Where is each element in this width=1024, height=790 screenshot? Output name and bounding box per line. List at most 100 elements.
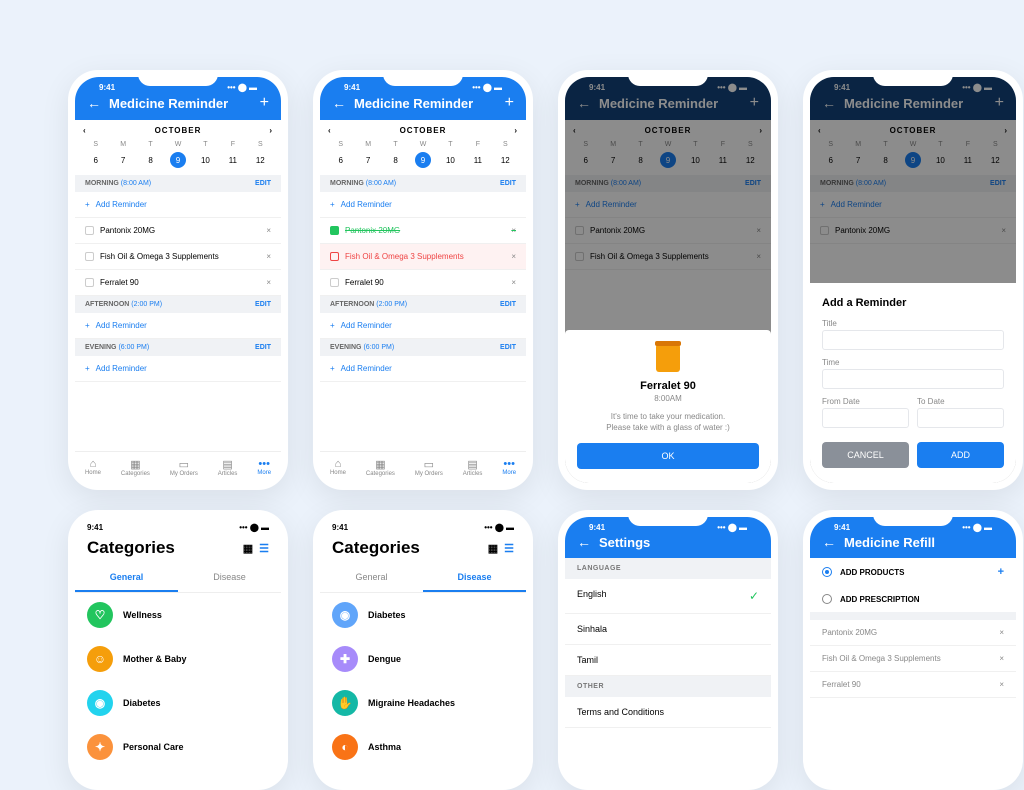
refill-item[interactable]: Pantonix 20MG× xyxy=(810,620,1016,646)
medication-alert-modal: Ferralet 90 8:00AM It's time to take you… xyxy=(565,330,771,483)
category-item[interactable]: ✦Personal Care xyxy=(75,725,281,769)
selected-date[interactable]: 9 xyxy=(170,152,186,168)
checkbox-icon[interactable] xyxy=(330,252,339,261)
phone-medicine-refill: 9:41••• ⬤ ▬ ←Medicine Refill ADD PRODUCT… xyxy=(803,510,1023,790)
phone-settings: 9:41••• ⬤ ▬ ←Settings LANGUAGE English✓ … xyxy=(558,510,778,790)
phone-alert-modal: 9:41••• ⬤ ▬ ←Medicine Reminder+ ‹OCTOBER… xyxy=(558,70,778,490)
list-view-icon[interactable]: ☰ xyxy=(259,542,269,555)
check-icon: ✓ xyxy=(749,589,759,603)
med-item-done[interactable]: Pantonix 20MG× xyxy=(320,218,526,244)
phone-categories-disease: 9:41••• ⬤ ▬ Categories▦☰ GeneralDisease … xyxy=(313,510,533,790)
tab-home[interactable]: ⌂Home xyxy=(85,458,101,477)
diabetes-icon: ◉ xyxy=(332,602,358,628)
checkbox-checked-icon[interactable] xyxy=(330,226,339,235)
checkbox-icon[interactable] xyxy=(85,252,94,261)
language-option[interactable]: Tamil xyxy=(565,645,771,676)
category-item[interactable]: ◉Diabetes xyxy=(320,593,526,637)
dengue-icon: ✚ xyxy=(332,646,358,672)
personal-care-icon: ✦ xyxy=(87,734,113,760)
language-option[interactable]: Sinhala xyxy=(565,614,771,645)
prev-month-icon[interactable]: ‹ xyxy=(83,126,87,135)
med-item-missed[interactable]: Fish Oil & Omega 3 Supplements× xyxy=(320,244,526,270)
add-prescription-option[interactable]: ADD PRESCRIPTION xyxy=(810,586,1016,612)
baby-icon: ☺ xyxy=(87,646,113,672)
back-icon[interactable]: ← xyxy=(822,534,836,550)
grid-view-icon[interactable]: ▦ xyxy=(488,542,498,555)
back-icon[interactable]: ← xyxy=(87,95,101,111)
alert-med-name: Ferralet 90 xyxy=(577,380,759,392)
phone-reminder-states: 9:41••• ⬤ ▬ ←Medicine Reminder+ ‹OCTOBER… xyxy=(313,70,533,490)
back-icon[interactable]: ← xyxy=(577,534,591,550)
close-icon[interactable]: × xyxy=(266,226,271,235)
tab-more[interactable]: •••More xyxy=(257,458,271,477)
status-icons: ••• ⬤ ▬ xyxy=(227,83,257,92)
language-option[interactable]: English✓ xyxy=(565,579,771,614)
close-icon[interactable]: × xyxy=(511,226,516,235)
refill-item[interactable]: Ferralet 90× xyxy=(810,672,1016,698)
med-item[interactable]: Ferralet 90× xyxy=(75,270,281,296)
tab-general[interactable]: General xyxy=(75,564,178,592)
edit-button[interactable]: EDIT xyxy=(255,301,271,308)
edit-button[interactable]: EDIT xyxy=(255,180,271,187)
add-reminder-button[interactable]: +Add Reminder xyxy=(75,356,281,382)
med-item[interactable]: Pantonix 20MG× xyxy=(75,218,281,244)
tab-general[interactable]: General xyxy=(320,564,423,592)
add-icon[interactable]: + xyxy=(505,94,514,112)
terms-link[interactable]: Terms and Conditions xyxy=(565,697,771,728)
from-date-input[interactable] xyxy=(822,408,909,428)
list-view-icon[interactable]: ☰ xyxy=(504,542,514,555)
close-icon[interactable]: × xyxy=(511,252,516,261)
checkbox-icon[interactable] xyxy=(85,226,94,235)
edit-button[interactable]: EDIT xyxy=(255,344,271,351)
plus-icon[interactable]: + xyxy=(998,566,1004,578)
category-item[interactable]: ☺Mother & Baby xyxy=(75,637,281,681)
add-products-option[interactable]: ADD PRODUCTS+ xyxy=(810,558,1016,586)
close-icon[interactable]: × xyxy=(999,654,1004,663)
close-icon[interactable]: × xyxy=(266,278,271,287)
category-item[interactable]: ♡Wellness xyxy=(75,593,281,637)
time-input[interactable] xyxy=(822,369,1004,389)
to-date-input[interactable] xyxy=(917,408,1004,428)
refill-item[interactable]: Fish Oil & Omega 3 Supplements× xyxy=(810,646,1016,672)
add-reminder-button[interactable]: +Add Reminder xyxy=(320,192,526,218)
title-input[interactable] xyxy=(822,330,1004,350)
phone-reminder-default: 9:41••• ⬤ ▬ ← Medicine Reminder + ‹OCTOB… xyxy=(68,70,288,490)
month-label: OCTOBER xyxy=(155,126,202,135)
tab-categories[interactable]: ▦Categories xyxy=(121,458,150,477)
day-headers: SMTWTFS xyxy=(83,141,273,148)
close-icon[interactable]: × xyxy=(999,680,1004,689)
category-item[interactable]: ◐Asthma xyxy=(320,725,526,769)
dates-row: 6789101112 xyxy=(83,152,273,169)
asthma-icon: ◐ xyxy=(332,734,358,760)
add-button[interactable]: ADD xyxy=(917,442,1004,468)
next-month-icon[interactable]: › xyxy=(269,126,273,135)
migraine-icon: ✋ xyxy=(332,690,358,716)
tab-disease[interactable]: Disease xyxy=(178,564,281,592)
category-item[interactable]: ✚Dengue xyxy=(320,637,526,681)
page-title: Settings xyxy=(599,535,759,550)
page-title: Medicine Refill xyxy=(844,535,1004,550)
status-time: 9:41 xyxy=(99,83,115,92)
ok-button[interactable]: OK xyxy=(577,443,759,469)
tab-disease[interactable]: Disease xyxy=(423,564,526,592)
tab-articles[interactable]: ▤Articles xyxy=(218,458,238,477)
add-icon[interactable]: + xyxy=(260,94,269,112)
add-reminder-button[interactable]: +Add Reminder xyxy=(75,313,281,339)
category-item[interactable]: ✋Migraine Headaches xyxy=(320,681,526,725)
category-item[interactable]: ◉Diabetes xyxy=(75,681,281,725)
pill-bottle-icon xyxy=(656,344,680,372)
checkbox-icon[interactable] xyxy=(85,278,94,287)
grid-view-icon[interactable]: ▦ xyxy=(243,542,253,555)
med-item[interactable]: Fish Oil & Omega 3 Supplements× xyxy=(75,244,281,270)
close-icon[interactable]: × xyxy=(999,628,1004,637)
sheet-title: Add a Reminder xyxy=(822,297,1004,309)
phone-categories-general: 9:41••• ⬤ ▬ Categories▦☰ GeneralDisease … xyxy=(68,510,288,790)
back-icon[interactable]: ← xyxy=(332,95,346,111)
med-item[interactable]: Ferralet 90× xyxy=(320,270,526,296)
cancel-button[interactable]: CANCEL xyxy=(822,442,909,468)
section-header: LANGUAGE xyxy=(565,558,771,579)
add-reminder-button[interactable]: +Add Reminder xyxy=(75,192,281,218)
heart-icon: ♡ xyxy=(87,602,113,628)
tab-orders[interactable]: ▭My Orders xyxy=(170,458,198,477)
close-icon[interactable]: × xyxy=(266,252,271,261)
